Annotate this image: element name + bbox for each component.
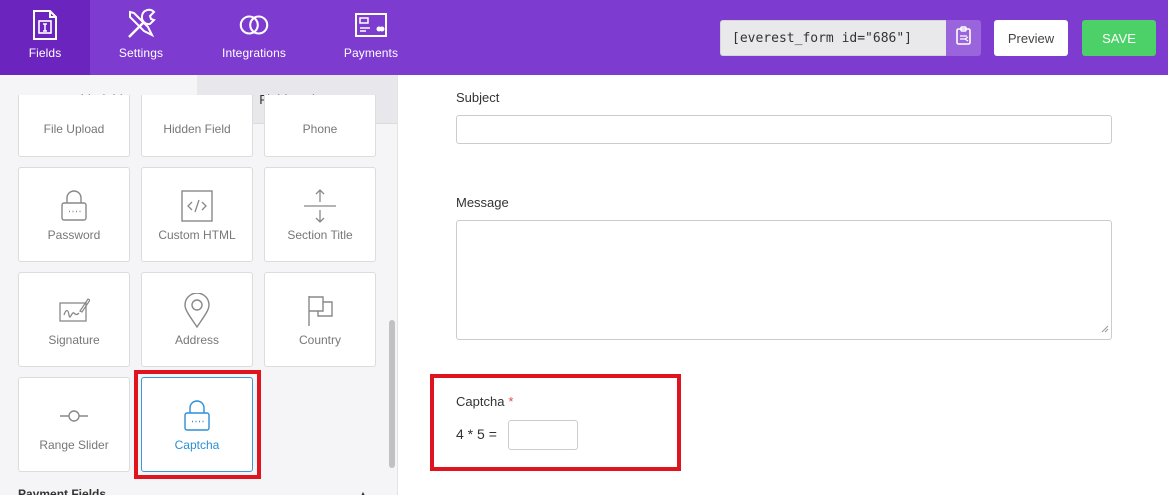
save-button[interactable]: SAVE — [1082, 20, 1156, 56]
clipboard-icon — [955, 25, 973, 51]
field-label: File Upload — [43, 122, 105, 136]
preview-button[interactable]: Preview — [994, 20, 1068, 56]
integrations-rings-icon — [237, 8, 271, 42]
field-file-upload[interactable]: File Upload — [18, 95, 130, 157]
field-label: Country — [298, 333, 342, 347]
field-label: Custom HTML — [158, 228, 236, 242]
field-range-slider[interactable]: Range Slider — [18, 377, 130, 472]
subject-input[interactable] — [456, 115, 1112, 144]
resize-handle-icon[interactable] — [1100, 320, 1109, 338]
panel-scrollbar[interactable] — [389, 320, 395, 468]
fields-icon — [28, 8, 62, 42]
lock-icon — [142, 396, 252, 436]
signature-icon — [19, 291, 129, 331]
field-address[interactable]: Address — [141, 272, 253, 367]
top-bar: Fields Settings Integrations Payments [e… — [0, 0, 1168, 75]
subject-label: Subject — [456, 90, 500, 105]
nav-settings-label: Settings — [118, 46, 164, 60]
field-phone[interactable]: Phone — [264, 95, 376, 157]
field-password[interactable]: Password — [18, 167, 130, 262]
captcha-answer-input[interactable] — [508, 420, 578, 450]
nav-payments[interactable]: Payments — [326, 0, 416, 75]
nav-fields[interactable]: Fields — [0, 0, 90, 75]
copy-shortcode-button[interactable] — [946, 20, 981, 56]
section-payment-fields[interactable]: Payment Fields — [18, 487, 106, 495]
field-label: Range Slider — [39, 438, 109, 452]
settings-tools-icon — [124, 8, 158, 42]
field-captcha[interactable]: Captcha — [141, 377, 253, 472]
nav-settings[interactable]: Settings — [96, 0, 186, 75]
message-label: Message — [456, 195, 509, 210]
range-slider-icon — [19, 396, 129, 436]
field-label: Captcha — [174, 438, 220, 452]
shortcode-field[interactable]: [everest_form id="686"] — [720, 20, 946, 56]
nav-fields-label: Fields — [28, 46, 62, 60]
field-country[interactable]: Country — [264, 272, 376, 367]
captcha-label: Captcha * — [456, 394, 514, 409]
field-label: Signature — [48, 333, 100, 347]
map-pin-icon — [142, 291, 252, 331]
nav-integrations[interactable]: Integrations — [206, 0, 302, 75]
field-label: Section Title — [287, 228, 353, 242]
field-label: Hidden Field — [163, 122, 231, 136]
nav-integrations-label: Integrations — [222, 46, 286, 60]
field-label: Password — [47, 228, 101, 242]
field-label: Phone — [302, 122, 338, 136]
payments-card-icon — [354, 8, 388, 42]
section-arrows-icon — [265, 186, 375, 226]
field-label: Address — [174, 333, 220, 347]
field-section-title[interactable]: Section Title — [264, 167, 376, 262]
field-custom-html[interactable]: Custom HTML — [141, 167, 253, 262]
nav-payments-label: Payments — [343, 46, 399, 60]
lock-icon — [19, 186, 129, 226]
captcha-question: 4 * 5 = — [456, 426, 497, 442]
fields-panel: Add Fields Field Options File Upload Hid… — [0, 75, 398, 495]
chevron-up-icon[interactable]: ▴ — [360, 487, 366, 495]
field-hidden-field[interactable]: Hidden Field — [141, 95, 253, 157]
required-mark: * — [508, 394, 514, 409]
code-icon — [142, 186, 252, 226]
field-signature[interactable]: Signature — [18, 272, 130, 367]
flag-icon — [265, 291, 375, 331]
message-textarea[interactable] — [456, 220, 1112, 340]
